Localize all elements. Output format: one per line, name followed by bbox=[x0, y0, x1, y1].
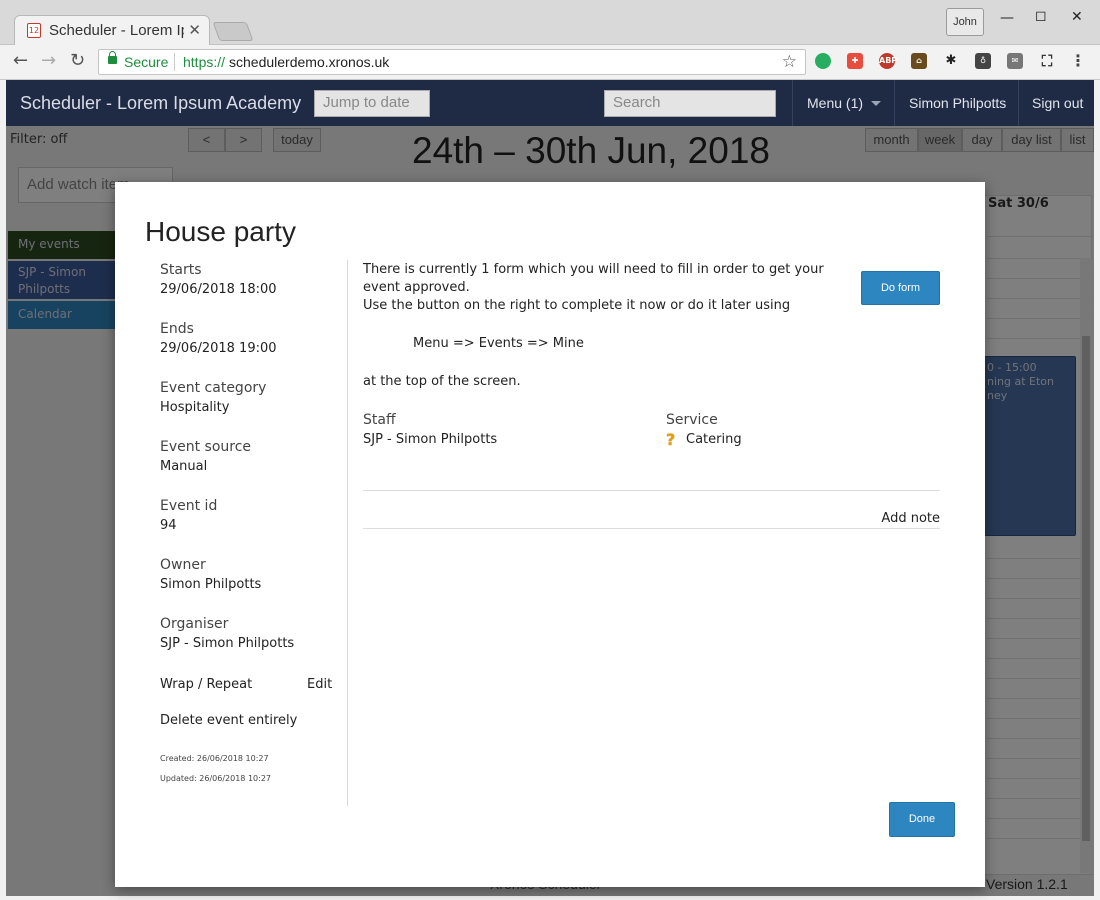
edit-repeat-link[interactable]: Edit bbox=[307, 677, 332, 692]
nav-divider bbox=[792, 80, 793, 126]
wrap-repeat-label: Wrap / Repeat bbox=[160, 677, 253, 692]
field-organiser: Organiser SJP - Simon Philpotts bbox=[160, 616, 340, 651]
browser-menu-icon[interactable]: ⋮ bbox=[1070, 53, 1086, 69]
do-form-button[interactable]: Do form bbox=[861, 271, 940, 305]
field-label: Event id bbox=[160, 498, 218, 514]
field-label: Owner bbox=[160, 557, 206, 573]
bookmark-star-icon[interactable]: ☆ bbox=[782, 52, 797, 72]
new-tab-button[interactable] bbox=[212, 22, 254, 41]
service-label: Service bbox=[666, 412, 718, 428]
search-input[interactable]: Search bbox=[604, 90, 776, 117]
extension-house-icon[interactable]: ⌂ bbox=[911, 53, 927, 69]
form-notice-line-1: There is currently 1 form which you will… bbox=[363, 262, 824, 277]
nav-divider bbox=[1018, 80, 1019, 126]
url-scheme: https:// bbox=[183, 54, 226, 70]
form-notice-line-3: Use the button on the right to complete … bbox=[363, 298, 791, 313]
extension-mail-icon[interactable]: ✉ bbox=[1007, 53, 1023, 69]
reload-icon[interactable]: ↻ bbox=[70, 50, 85, 71]
field-label: Ends bbox=[160, 321, 194, 337]
back-arrow-icon[interactable]: ← bbox=[13, 50, 28, 71]
tab-close-icon[interactable]: ✕ bbox=[188, 21, 201, 39]
field-value: Manual bbox=[160, 459, 208, 474]
notes-divider-bottom bbox=[363, 528, 940, 529]
field-ends: Ends 29/06/2018 19:00 bbox=[160, 321, 340, 356]
updated-timestamp: Updated: 26/06/2018 10:27 bbox=[160, 774, 271, 783]
field-value: Simon Philpotts bbox=[160, 577, 262, 592]
field-label: Event source bbox=[160, 439, 252, 455]
url-host: schedulerdemo.xronos.uk bbox=[229, 54, 390, 70]
created-timestamp: Created: 26/06/2018 10:27 bbox=[160, 754, 269, 763]
service-value: ? Catering bbox=[666, 432, 742, 448]
menu-path: Menu => Events => Mine bbox=[413, 336, 584, 351]
address-bar[interactable]: Secure https:// schedulerdemo.xronos.uk … bbox=[98, 49, 806, 75]
app-brand[interactable]: Scheduler - Lorem Ipsum Academy bbox=[20, 93, 301, 114]
delete-event-link[interactable]: Delete event entirely bbox=[160, 713, 297, 728]
field-value: 29/06/2018 18:00 bbox=[160, 282, 277, 297]
forward-arrow-icon[interactable]: → bbox=[41, 50, 56, 71]
done-button[interactable]: Done bbox=[889, 802, 955, 837]
extension-puzzle-icon[interactable]: ✚ bbox=[847, 53, 863, 69]
browser-tab[interactable]: 12 Scheduler - Lorem Ipsum Academy ✕ bbox=[14, 15, 210, 46]
question-icon: ? bbox=[666, 430, 676, 449]
event-modal: House party Starts 29/06/2018 18:00 Ends… bbox=[115, 182, 985, 887]
field-value: SJP - Simon Philpotts bbox=[160, 636, 295, 651]
notes-divider-top bbox=[363, 490, 940, 491]
profile-button[interactable]: John bbox=[946, 8, 984, 36]
menu-dropdown[interactable]: Menu (1) bbox=[807, 95, 882, 111]
browser-toolbar: ← → ↻ Secure https:// schedulerdemo.xron… bbox=[0, 45, 1100, 80]
browser-titlebar: 12 Scheduler - Lorem Ipsum Academy ✕ Joh… bbox=[0, 0, 1100, 46]
lock-icon bbox=[108, 51, 117, 64]
tab-title: Scheduler - Lorem Ipsum Academy bbox=[49, 22, 184, 39]
field-starts: Starts 29/06/2018 18:00 bbox=[160, 262, 340, 297]
form-notice-line-4: at the top of the screen. bbox=[363, 374, 521, 389]
field-event-source: Event source Manual bbox=[160, 439, 340, 474]
user-name-link[interactable]: Simon Philpotts bbox=[909, 95, 1006, 111]
calendar-favicon-icon: 12 bbox=[27, 23, 41, 38]
caret-down-icon bbox=[871, 101, 882, 106]
form-notice-line-2: event approved. bbox=[363, 280, 470, 295]
field-label: Event category bbox=[160, 380, 267, 396]
field-owner: Owner Simon Philpotts bbox=[160, 557, 340, 592]
field-label: Organiser bbox=[160, 616, 229, 632]
extension-key-icon[interactable]: ♁ bbox=[975, 53, 991, 69]
screenshot-extension-icon[interactable]: ⛶ bbox=[1039, 53, 1055, 69]
sign-out-link[interactable]: Sign out bbox=[1032, 95, 1083, 111]
field-value: Hospitality bbox=[160, 400, 230, 415]
service-name: Catering bbox=[686, 432, 742, 447]
field-value: 29/06/2018 19:00 bbox=[160, 341, 277, 356]
menu-label: Menu (1) bbox=[807, 95, 864, 111]
maximize-icon[interactable]: ◻ bbox=[1035, 8, 1047, 24]
add-note-link[interactable]: Add note bbox=[881, 511, 940, 526]
column-divider bbox=[347, 260, 348, 806]
nav-divider bbox=[894, 80, 895, 126]
field-label: Starts bbox=[160, 262, 202, 278]
field-event-category: Event category Hospitality bbox=[160, 380, 340, 415]
secure-label: Secure bbox=[124, 54, 169, 70]
app-navbar: Scheduler - Lorem Ipsum Academy Jump to … bbox=[6, 80, 1094, 126]
extension-paw-icon[interactable]: ✱ bbox=[943, 53, 959, 69]
grammarly-extension-icon[interactable] bbox=[815, 53, 831, 69]
staff-value: SJP - Simon Philpotts bbox=[363, 432, 498, 447]
close-window-icon[interactable]: ✕ bbox=[1071, 9, 1083, 25]
event-title: House party bbox=[145, 216, 296, 247]
minimize-icon[interactable]: — bbox=[1000, 10, 1014, 26]
field-value: 94 bbox=[160, 518, 177, 533]
jump-to-date-input[interactable]: Jump to date bbox=[314, 90, 430, 117]
adblock-icon[interactable]: ABP bbox=[879, 53, 897, 69]
field-event-id: Event id 94 bbox=[160, 498, 340, 533]
staff-label: Staff bbox=[363, 412, 396, 428]
url-separator bbox=[174, 53, 175, 71]
